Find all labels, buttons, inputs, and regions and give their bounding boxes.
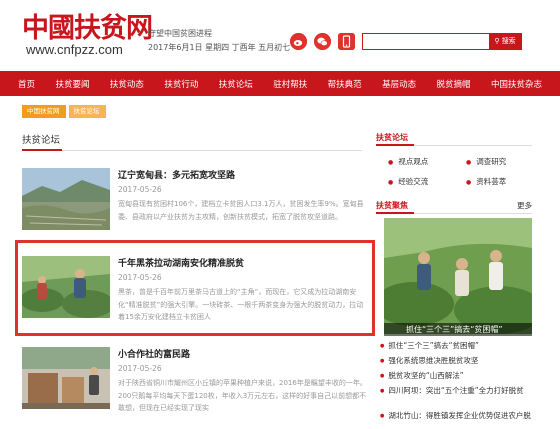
section-title: 扶贫论坛	[22, 135, 61, 146]
focus-box-header-bar: 扶贫聚焦 更多	[376, 200, 532, 214]
focus-news-item[interactable]: 湖北竹山：得胜镇发挥企业优势促进农户脱	[380, 410, 531, 421]
site-slogan: 守望中国贫困进程	[148, 29, 212, 38]
breadcrumb-current[interactable]: 扶贫论坛	[68, 105, 106, 118]
logo-url: www.cnfpzz.com	[26, 42, 123, 57]
article-image[interactable]	[22, 347, 110, 409]
weibo-icon[interactable]	[290, 33, 307, 50]
focus-caption-bar: 抓住“三个三”搞去“贫困帽”	[384, 323, 532, 336]
focus-feature-image[interactable]	[384, 218, 532, 334]
forum-category-item[interactable]: 资料荟萃	[466, 176, 506, 187]
nav-item-models[interactable]: 帮扶典范	[328, 78, 362, 90]
search-input[interactable]	[363, 34, 491, 49]
search-box: ⚲ 搜索	[362, 33, 522, 50]
more-link[interactable]: 更多	[517, 200, 532, 211]
nav-item-home[interactable]: 首页	[18, 78, 35, 90]
article-title[interactable]: 小合作社的富民路	[118, 347, 190, 360]
focus-news-item[interactable]: 强化系统思维决胜脱贫攻坚	[380, 355, 478, 366]
focus-box-title: 扶贫聚焦	[376, 201, 408, 210]
search-button[interactable]: ⚲ 搜索	[489, 34, 521, 49]
focus-news-item[interactable]: 四川阿坝：突出“五个注重”全力打好脱贫	[380, 385, 523, 396]
nav-item-dynamics[interactable]: 扶贫动态	[110, 78, 144, 90]
nav-item-magazine[interactable]: 中国扶贫杂志	[491, 78, 542, 90]
highlight-frame	[15, 240, 375, 336]
nav-item-forum[interactable]: 扶贫论坛	[219, 78, 253, 90]
nav-item-grassroots[interactable]: 基层动态	[382, 78, 416, 90]
article-summary: 宽甸县现有贫困村106个，建档立卡贫困人口3.1万人，贫困发生率9%。宽甸县委、…	[118, 200, 364, 221]
search-button-label: 搜索	[501, 37, 516, 45]
forum-box-title: 扶贫论坛	[376, 133, 408, 142]
forum-category-item[interactable]: 调查研究	[466, 156, 506, 167]
article-item: 小合作社的富民路 2017-05-26 对于陕西省铜川市耀州区小丘镇的苹果种植户…	[22, 347, 372, 417]
forum-category-item[interactable]: 视点观点	[388, 156, 428, 167]
nav-item-village-aid[interactable]: 驻村帮扶	[273, 78, 307, 90]
article-summary: 对于陕西省铜川市耀州区小丘镇的苹果种植户来说，2016年是瞩望丰收的一年。200…	[118, 379, 367, 412]
section-divider	[22, 150, 362, 151]
focus-caption[interactable]: 抓住“三个三”搞去“贫困帽”	[406, 324, 503, 335]
main-nav: 首页 扶贫要闻 扶贫动态 扶贫行动 扶贫论坛 驻村帮扶 帮扶典范 基层动态 脱贫…	[0, 71, 560, 96]
section-divider-accent	[22, 149, 62, 151]
focus-news-item[interactable]: 脱贫攻坚的“山西解法”	[380, 370, 463, 381]
site-logo[interactable]: 中國扶贫网 www.cnfpzz.com	[22, 6, 153, 62]
forum-box-header: 扶贫论坛	[376, 132, 532, 146]
article-date: 2017-05-26	[118, 185, 162, 194]
breadcrumb-home[interactable]: 中国扶贫网	[22, 105, 66, 118]
site-header: 中國扶贫网 www.cnfpzz.com 守望中国贫困进程 2017年6月1日 …	[0, 0, 560, 68]
search-icon: ⚲	[494, 37, 500, 45]
logo-text: 中國扶贫网	[22, 13, 153, 44]
article-image[interactable]	[22, 168, 110, 230]
nav-item-news[interactable]: 扶贫要闻	[55, 78, 89, 90]
focus-box-header: 扶贫聚焦 更多	[376, 200, 532, 216]
current-date: 2017年6月1日 星期四 丁酉年 五月初七	[148, 43, 291, 52]
forum-category-box: 扶贫论坛 视点观点 调查研究 经验交流 资料荟萃	[376, 132, 532, 192]
nav-item-actions[interactable]: 扶贫行动	[164, 78, 198, 90]
forum-category-item[interactable]: 经验交流	[388, 176, 428, 187]
article-title[interactable]: 辽宁宽甸县：多元拓宽攻坚路	[118, 168, 235, 181]
wechat-icon[interactable]	[314, 33, 331, 50]
focus-box-accent	[376, 212, 414, 214]
forum-box-accent	[376, 144, 414, 146]
breadcrumb: 中国扶贫网 扶贫论坛	[22, 105, 106, 118]
article-date: 2017-05-26	[118, 364, 162, 373]
nav-item-poverty-exit[interactable]: 脱贫摘帽	[437, 78, 471, 90]
mobile-icon[interactable]	[338, 33, 355, 50]
focus-news-item[interactable]: 抓住“三个三”搞去“贫困帽”	[380, 340, 479, 351]
article-item: 辽宁宽甸县：多元拓宽攻坚路 2017-05-26 宽甸县现有贫困村106个，建档…	[22, 168, 372, 238]
